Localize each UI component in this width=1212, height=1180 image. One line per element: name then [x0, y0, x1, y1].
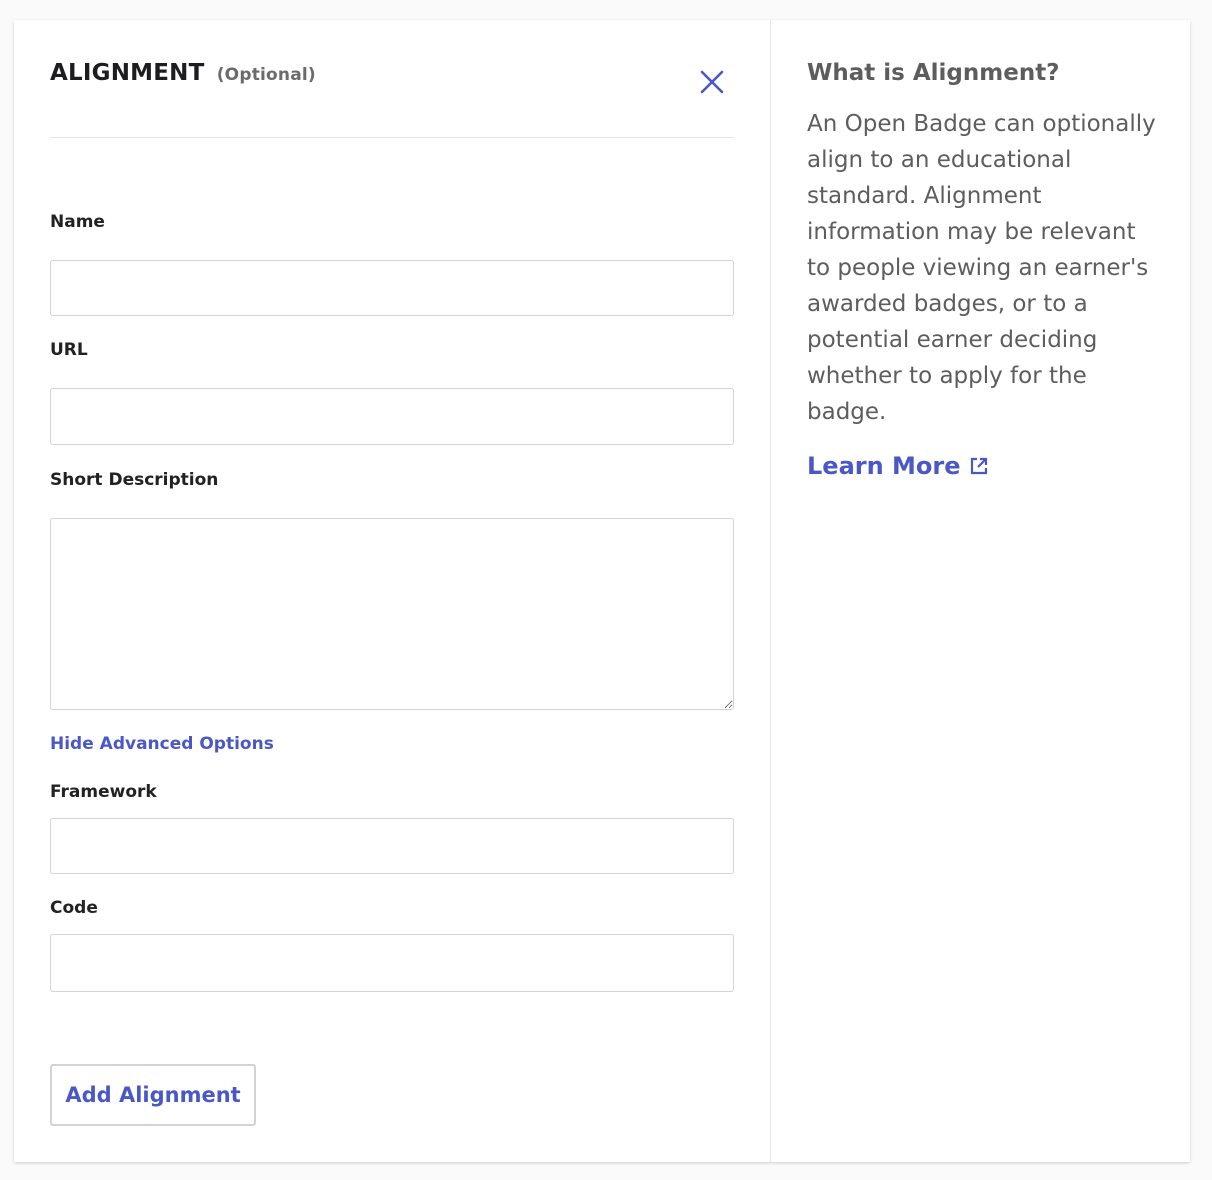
add-alignment-button[interactable]: Add Alignment	[50, 1064, 256, 1126]
short-description-label: Short Description	[50, 470, 219, 490]
code-input[interactable]	[50, 934, 734, 992]
code-label: Code	[50, 898, 98, 918]
short-description-textarea[interactable]	[50, 518, 734, 710]
header-divider	[50, 137, 734, 138]
form-title: ALIGNMENT (Optional)	[50, 60, 316, 86]
framework-label: Framework	[50, 782, 157, 802]
alignment-form-pane: ALIGNMENT (Optional) Name URL Short Desc…	[14, 20, 771, 1162]
url-input[interactable]	[50, 388, 734, 445]
learn-more-label: Learn More	[807, 452, 961, 480]
name-label: Name	[50, 212, 105, 232]
framework-input[interactable]	[50, 818, 734, 874]
optional-tag: (Optional)	[216, 65, 316, 85]
external-link-icon	[970, 457, 987, 475]
url-label: URL	[50, 340, 88, 360]
name-input[interactable]	[50, 260, 734, 316]
alignment-card: ALIGNMENT (Optional) Name URL Short Desc…	[14, 20, 1190, 1162]
info-title: What is Alignment?	[807, 60, 1060, 86]
learn-more-link[interactable]: Learn More	[807, 452, 989, 480]
info-pane: What is Alignment? An Open Badge can opt…	[771, 20, 1190, 1162]
info-body: An Open Badge can optionally align to an…	[807, 111, 1156, 425]
hide-advanced-options-link[interactable]: Hide Advanced Options	[50, 734, 274, 754]
close-icon	[700, 70, 724, 94]
form-title-text: ALIGNMENT	[50, 60, 205, 86]
close-button[interactable]	[696, 66, 728, 98]
